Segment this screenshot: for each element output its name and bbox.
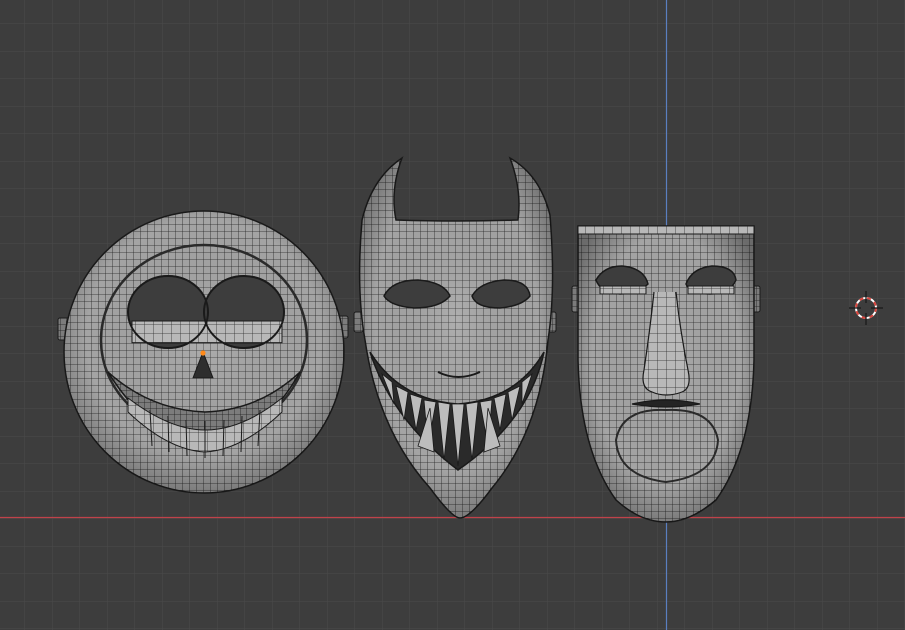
selected-vertex-icon[interactable] [200,350,206,356]
viewport-canvas[interactable] [0,0,905,630]
3d-viewport[interactable] [0,0,905,630]
